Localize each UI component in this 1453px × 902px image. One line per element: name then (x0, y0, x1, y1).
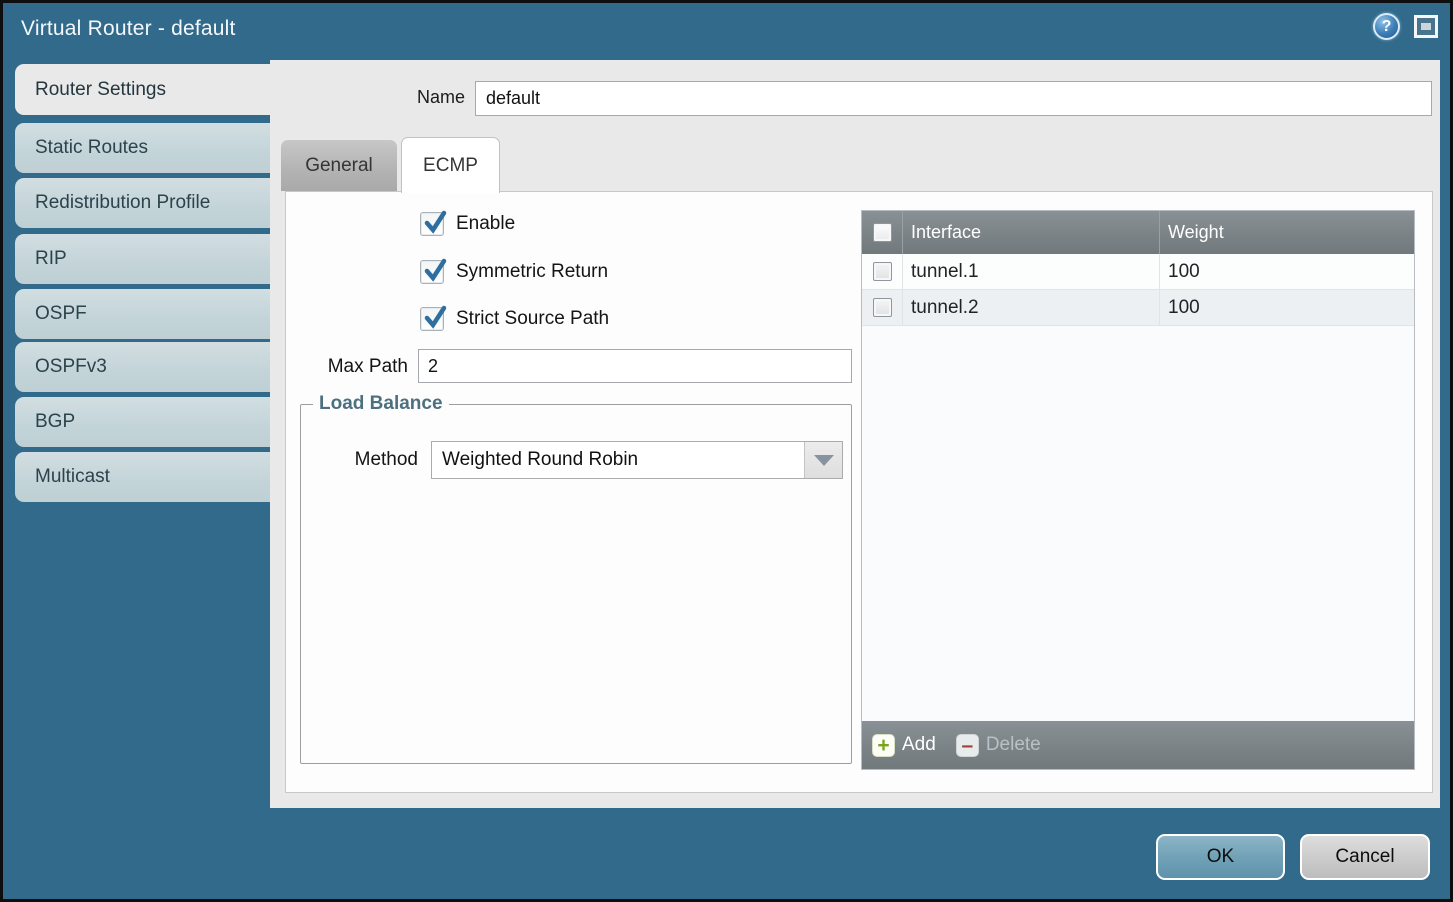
method-dropdown[interactable]: Weighted Round Robin (431, 441, 843, 479)
checkmark-icon (422, 258, 448, 284)
select-all-checkbox[interactable] (873, 223, 892, 242)
table-row[interactable]: tunnel.1 100 (862, 254, 1414, 290)
sidebar-item-redistribution-profile[interactable]: Redistribution Profile (15, 178, 270, 228)
minus-icon: – (956, 734, 979, 757)
name-label: Name (270, 87, 465, 108)
name-input[interactable] (475, 81, 1432, 116)
method-dropdown-value: Weighted Round Robin (432, 442, 804, 478)
enable-label: Enable (456, 213, 515, 235)
enable-checkbox[interactable] (420, 212, 444, 236)
weight-cell[interactable]: 100 (1160, 254, 1414, 289)
sidebar-item-bgp[interactable]: BGP (15, 397, 270, 447)
max-path-input[interactable] (418, 349, 852, 383)
table-empty-area (862, 326, 1414, 721)
interface-weight-table: Interface Weight tunnel.1 100 tunnel.2 1… (861, 210, 1415, 770)
method-row: Method Weighted Round Robin (301, 441, 851, 479)
header-cell-weight: Weight (1160, 211, 1414, 254)
checkmark-icon (422, 210, 448, 236)
tab-general[interactable]: General (281, 140, 397, 191)
interface-cell[interactable]: tunnel.2 (903, 290, 1160, 325)
plus-icon: + (872, 734, 895, 757)
window-restore-icon[interactable] (1414, 15, 1438, 38)
row-checkbox[interactable] (873, 298, 892, 317)
sidebar-item-rip[interactable]: RIP (15, 234, 270, 284)
table-header: Interface Weight (862, 211, 1414, 254)
strict-source-path-checkbox[interactable] (420, 307, 444, 331)
interface-cell[interactable]: tunnel.1 (903, 254, 1160, 289)
titlebar: Virtual Router - default ? (3, 3, 1450, 60)
cancel-button[interactable]: Cancel (1300, 834, 1430, 880)
max-path-label: Max Path (286, 356, 408, 378)
strict-source-path-label: Strict Source Path (456, 308, 609, 330)
sidebar-item-static-routes[interactable]: Static Routes (15, 123, 270, 173)
strict-source-path-checkbox-row: Strict Source Path (420, 307, 609, 331)
load-balance-fieldset: Load Balance Method Weighted Round Robin (300, 393, 852, 764)
header-cell-interface: Interface (903, 211, 1160, 254)
sidebar-item-ospf[interactable]: OSPF (15, 289, 270, 339)
dialog-title: Virtual Router - default (21, 17, 236, 41)
method-label: Method (301, 449, 418, 471)
delete-button[interactable]: – Delete (956, 734, 1041, 757)
weight-cell[interactable]: 100 (1160, 290, 1414, 325)
header-cell-select (862, 211, 903, 254)
enable-checkbox-row: Enable (420, 212, 515, 236)
checkmark-icon (422, 305, 448, 331)
table-row[interactable]: tunnel.2 100 (862, 290, 1414, 326)
row-checkbox[interactable] (873, 262, 892, 281)
content-area: Name General ECMP Enable Sym (270, 60, 1440, 808)
sidebar-item-router-settings[interactable]: Router Settings (15, 64, 270, 115)
ok-button[interactable]: OK (1156, 834, 1285, 880)
sidebar-item-multicast[interactable]: Multicast (15, 452, 270, 502)
symmetric-return-checkbox-row: Symmetric Return (420, 260, 608, 284)
load-balance-legend: Load Balance (313, 393, 449, 415)
symmetric-return-checkbox[interactable] (420, 260, 444, 284)
sidebar-item-ospfv3[interactable]: OSPFv3 (15, 342, 270, 392)
help-icon[interactable]: ? (1373, 13, 1400, 40)
tab-ecmp[interactable]: ECMP (401, 137, 500, 193)
ecmp-tab-panel: Enable Symmetric Return Strict Source Pa… (285, 191, 1433, 793)
add-button[interactable]: + Add (872, 734, 936, 757)
chevron-down-icon[interactable] (804, 442, 842, 478)
virtual-router-dialog: Virtual Router - default ? Router Settin… (0, 0, 1453, 902)
table-toolbar: + Add – Delete (862, 721, 1414, 769)
symmetric-return-label: Symmetric Return (456, 261, 608, 283)
